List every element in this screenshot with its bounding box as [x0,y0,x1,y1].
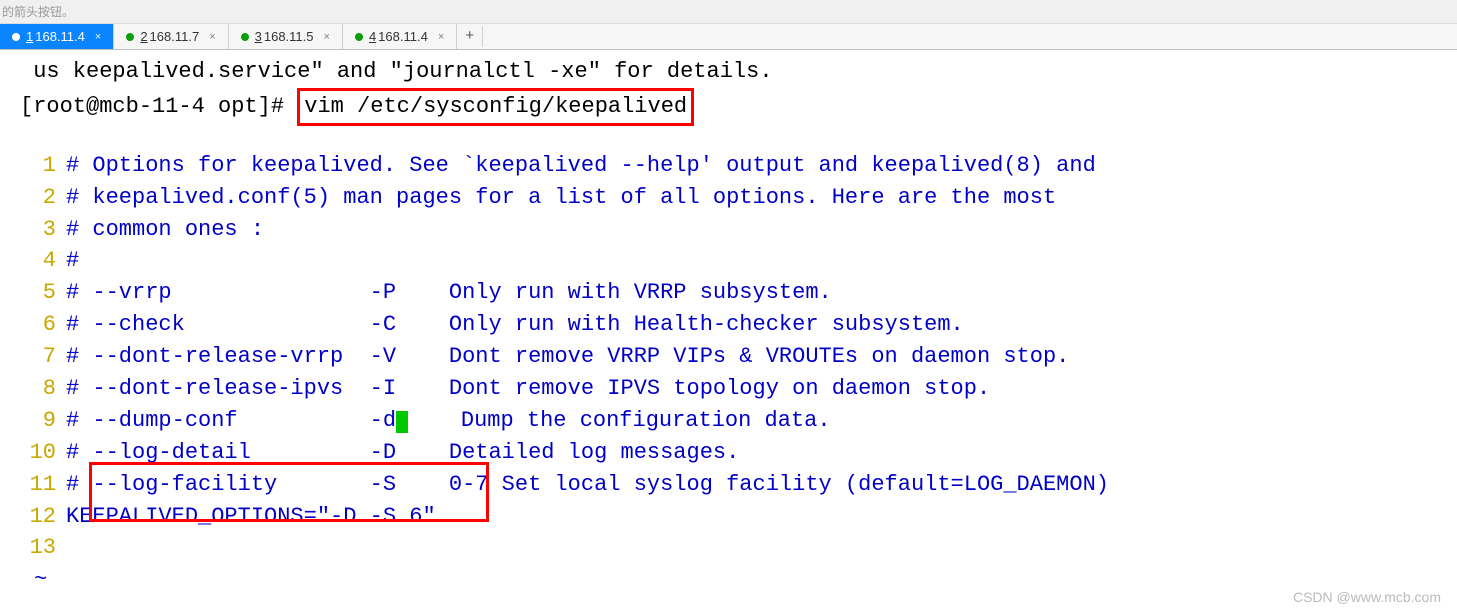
close-icon[interactable]: × [95,31,101,43]
code-content: # --dump-conf -d Dump the configuration … [66,405,831,437]
code-content: # --dont-release-ipvs -I Dont remove IPV… [66,373,990,405]
tab-number: 4 [369,29,376,44]
watermark: CSDN @www.mcb.com [1293,589,1441,605]
code-line: 7# --dont-release-vrrp -V Dont remove VR… [20,341,1457,373]
line-number: 2 [20,182,66,214]
shell-prompt: [root@mcb-11-4 opt]# [20,94,297,119]
tab-label: 168.11.7 [150,29,200,44]
code-line: 2# keepalived.conf(5) man pages for a li… [20,182,1457,214]
code-line: 8# --dont-release-ipvs -I Dont remove IP… [20,373,1457,405]
tab-number: 1 [26,29,33,44]
terminal-prompt-line: [root@mcb-11-4 opt]# vim /etc/sysconfig/… [20,88,1457,126]
code-content: # --check -C Only run with Health-checke… [66,309,964,341]
tab-number: 2 [140,29,147,44]
line-number: 10 [20,437,66,469]
code-content: # common ones : [66,214,264,246]
line-number: 8 [20,373,66,405]
close-icon[interactable]: × [324,31,330,43]
code-content: # Options for keepalived. See `keepalive… [66,150,1096,182]
tab-number: 3 [255,29,262,44]
code-content: KEEPALIVED_OPTIONS="-D -S 6" [66,501,436,533]
tab-label: 168.11.4 [378,29,428,44]
highlight-box-command: vim /etc/sysconfig/keepalived [297,88,694,126]
status-dot-icon [126,33,134,41]
code-line: 11# --log-facility -S 0-7 Set local sysl… [20,469,1457,501]
line-number: 7 [20,341,66,373]
code-content: # --log-detail -D Detailed log messages. [66,437,739,469]
code-line: 13 [20,532,1457,564]
code-line: 3# common ones : [20,214,1457,246]
tab-bar: 1 168.11.4 × 2 168.11.7 × 3 168.11.5 × 4… [0,24,1457,50]
tab-label: 168.11.4 [35,29,85,44]
code-line: 4# [20,245,1457,277]
code-line: 5# --vrrp -P Only run with VRRP subsyste… [20,277,1457,309]
tab-1[interactable]: 1 168.11.4 × [0,24,114,49]
line-number: 1 [20,150,66,182]
code-line: 1# Options for keepalived. See `keepaliv… [20,150,1457,182]
code-content: # --vrrp -P Only run with VRRP subsystem… [66,277,832,309]
code-content: # --dont-release-vrrp -V Dont remove VRR… [66,341,1069,373]
tab-2[interactable]: 2 168.11.7 × [114,24,228,49]
line-number: 12 [20,501,66,533]
status-dot-icon [12,33,20,41]
status-dot-icon [241,33,249,41]
vim-empty-line: ~ [20,564,1457,596]
code-line: 12KEEPALIVED_OPTIONS="-D -S 6" [20,501,1457,533]
line-number: 5 [20,277,66,309]
line-number: 11 [20,469,66,501]
line-number: 13 [20,532,66,564]
code-line: 6# --check -C Only run with Health-check… [20,309,1457,341]
status-dot-icon [355,33,363,41]
line-number: 4 [20,245,66,277]
code-content: # [66,245,79,277]
line-number: 9 [20,405,66,437]
code-content: # --log-facility -S 0-7 Set local syslog… [66,469,1109,501]
tab-4[interactable]: 4 168.11.4 × [343,24,457,49]
code-line: 10# --log-detail -D Detailed log message… [20,437,1457,469]
line-number: 6 [20,309,66,341]
vim-editor-area[interactable]: 1# Options for keepalived. See `keepaliv… [20,150,1457,565]
line-number: 3 [20,214,66,246]
terminal-output-line: us keepalived.service" and "journalctl -… [20,56,1457,88]
window-title: 的箭头按钮。 [0,0,1457,24]
code-line: 9# --dump-conf -d Dump the configuration… [20,405,1457,437]
terminal-area[interactable]: us keepalived.service" and "journalctl -… [0,50,1457,596]
code-content: # keepalived.conf(5) man pages for a lis… [66,182,1056,214]
tab-3[interactable]: 3 168.11.5 × [229,24,343,49]
close-icon[interactable]: × [209,31,215,43]
add-tab-button[interactable]: + [457,26,483,47]
cursor-icon [396,411,408,433]
close-icon[interactable]: × [438,31,444,43]
tab-label: 168.11.5 [264,29,314,44]
